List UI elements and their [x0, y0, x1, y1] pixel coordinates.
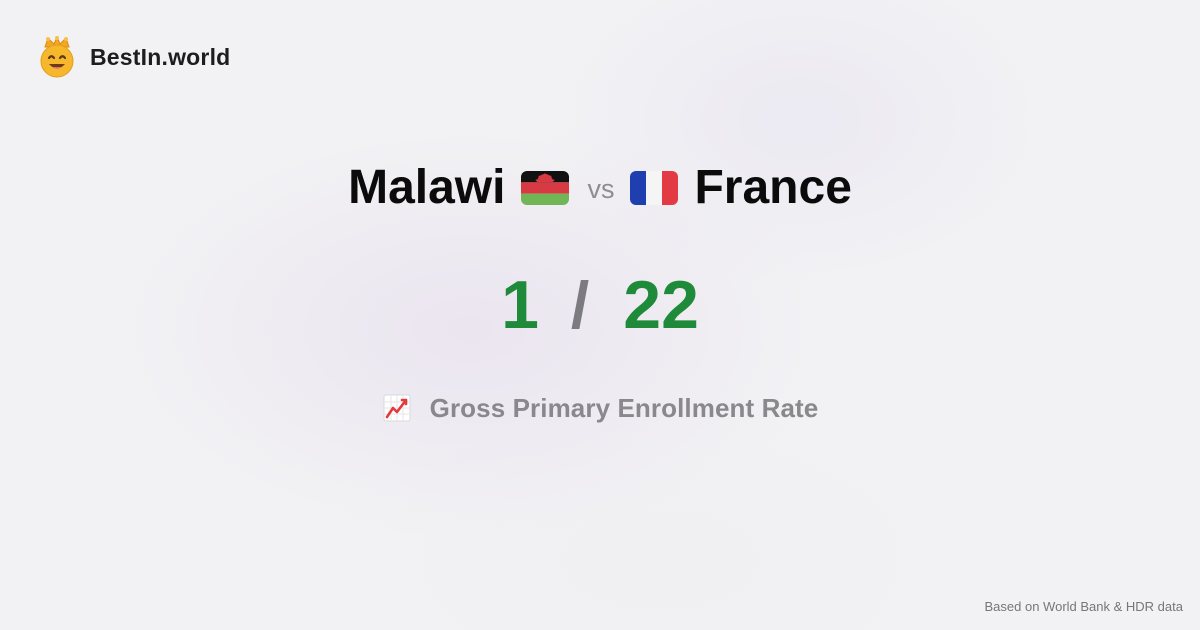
rank-separator: /	[570, 268, 590, 342]
brand-logo[interactable]: BestIn.world	[38, 36, 230, 78]
chart-increasing-icon	[383, 394, 411, 422]
country-b-rank: 22	[623, 267, 699, 343]
malawi-flag-icon	[521, 171, 570, 205]
metric-row: Gross Primary Enrollment Rate	[0, 388, 1200, 428]
country-a-rank: 1	[501, 267, 539, 343]
data-source-note: Based on World Bank & HDR data	[984, 599, 1183, 614]
brand-name[interactable]: BestIn.world	[90, 44, 230, 71]
rank-comparison: 1 / 22	[0, 262, 1200, 348]
metric-label: Gross Primary Enrollment Rate	[429, 392, 819, 423]
country-b-name: France	[694, 161, 852, 214]
comparison-title: Malawi vs France	[0, 158, 1200, 218]
france-flag-icon	[630, 171, 679, 205]
crown-smiley-icon	[40, 36, 74, 78]
vs-label: vs	[587, 173, 615, 204]
country-a-name: Malawi	[348, 161, 506, 214]
